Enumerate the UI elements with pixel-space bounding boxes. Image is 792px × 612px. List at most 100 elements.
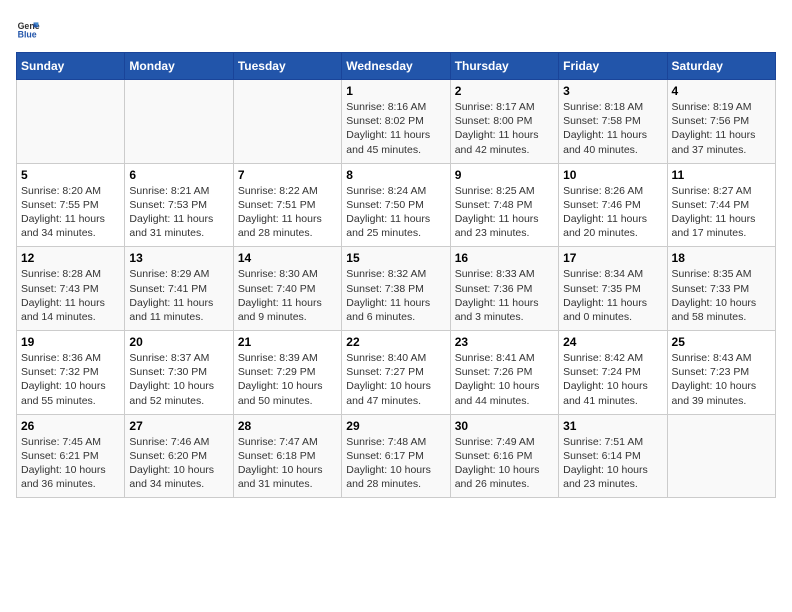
logo: General Blue bbox=[16, 16, 44, 40]
day-info: Sunrise: 8:16 AM Sunset: 8:02 PM Dayligh… bbox=[346, 100, 445, 157]
calendar-cell bbox=[17, 80, 125, 164]
day-header-monday: Monday bbox=[125, 53, 233, 80]
calendar-cell: 16 Sunrise: 8:33 AM Sunset: 7:36 PM Dayli… bbox=[450, 247, 558, 331]
day-number: 24 bbox=[563, 335, 662, 349]
calendar-cell: 11 Sunrise: 8:27 AM Sunset: 7:44 PM Dayli… bbox=[667, 163, 775, 247]
calendar-cell: 21 Sunrise: 8:39 AM Sunset: 7:29 PM Dayli… bbox=[233, 331, 341, 415]
day-number: 1 bbox=[346, 84, 445, 98]
day-number: 13 bbox=[129, 251, 228, 265]
day-info: Sunrise: 8:29 AM Sunset: 7:41 PM Dayligh… bbox=[129, 267, 228, 324]
calendar-cell bbox=[125, 80, 233, 164]
calendar-cell: 2 Sunrise: 8:17 AM Sunset: 8:00 PM Daylig… bbox=[450, 80, 558, 164]
day-header-saturday: Saturday bbox=[667, 53, 775, 80]
calendar-week-row: 5Sunrise: 8:20 AM Sunset: 7:55 PM Daylig… bbox=[17, 163, 776, 247]
calendar-cell: 30 Sunrise: 7:49 AM Sunset: 6:16 PM Dayli… bbox=[450, 414, 558, 498]
day-number: 7 bbox=[238, 168, 337, 182]
day-info: Sunrise: 8:21 AM Sunset: 7:53 PM Dayligh… bbox=[129, 184, 228, 241]
day-number: 4 bbox=[672, 84, 771, 98]
day-number: 21 bbox=[238, 335, 337, 349]
day-number: 25 bbox=[672, 335, 771, 349]
day-info: Sunrise: 8:39 AM Sunset: 7:29 PM Dayligh… bbox=[238, 351, 337, 408]
day-number: 18 bbox=[672, 251, 771, 265]
day-number: 12 bbox=[21, 251, 120, 265]
calendar-cell: 29 Sunrise: 7:48 AM Sunset: 6:17 PM Dayli… bbox=[342, 414, 450, 498]
day-info: Sunrise: 8:41 AM Sunset: 7:26 PM Dayligh… bbox=[455, 351, 554, 408]
logo-icon: General Blue bbox=[16, 16, 40, 40]
calendar-cell: 24Sunrise: 8:42 AM Sunset: 7:24 PM Dayli… bbox=[559, 331, 667, 415]
day-info: Sunrise: 7:51 AM Sunset: 6:14 PM Dayligh… bbox=[563, 435, 662, 492]
day-info: Sunrise: 8:34 AM Sunset: 7:35 PM Dayligh… bbox=[563, 267, 662, 324]
calendar-week-row: 1 Sunrise: 8:16 AM Sunset: 8:02 PM Daylig… bbox=[17, 80, 776, 164]
calendar-cell: 14 Sunrise: 8:30 AM Sunset: 7:40 PM Dayli… bbox=[233, 247, 341, 331]
day-number: 15 bbox=[346, 251, 445, 265]
calendar-cell: 8Sunrise: 8:24 AM Sunset: 7:50 PM Daylig… bbox=[342, 163, 450, 247]
day-info: Sunrise: 7:46 AM Sunset: 6:20 PM Dayligh… bbox=[129, 435, 228, 492]
day-info: Sunrise: 8:27 AM Sunset: 7:44 PM Dayligh… bbox=[672, 184, 771, 241]
calendar-cell: 5Sunrise: 8:20 AM Sunset: 7:55 PM Daylig… bbox=[17, 163, 125, 247]
day-info: Sunrise: 8:32 AM Sunset: 7:38 PM Dayligh… bbox=[346, 267, 445, 324]
day-number: 27 bbox=[129, 419, 228, 433]
calendar-cell: 10 Sunrise: 8:26 AM Sunset: 7:46 PM Dayli… bbox=[559, 163, 667, 247]
day-info: Sunrise: 8:37 AM Sunset: 7:30 PM Dayligh… bbox=[129, 351, 228, 408]
day-number: 22 bbox=[346, 335, 445, 349]
calendar-cell: 6 Sunrise: 8:21 AM Sunset: 7:53 PM Daylig… bbox=[125, 163, 233, 247]
day-info: Sunrise: 8:40 AM Sunset: 7:27 PM Dayligh… bbox=[346, 351, 445, 408]
day-header-friday: Friday bbox=[559, 53, 667, 80]
day-info: Sunrise: 8:22 AM Sunset: 7:51 PM Dayligh… bbox=[238, 184, 337, 241]
day-info: Sunrise: 7:48 AM Sunset: 6:17 PM Dayligh… bbox=[346, 435, 445, 492]
calendar-header-row: SundayMondayTuesdayWednesdayThursdayFrid… bbox=[17, 53, 776, 80]
day-number: 30 bbox=[455, 419, 554, 433]
day-info: Sunrise: 7:45 AM Sunset: 6:21 PM Dayligh… bbox=[21, 435, 120, 492]
calendar-cell: 18 Sunrise: 8:35 AM Sunset: 7:33 PM Dayli… bbox=[667, 247, 775, 331]
calendar-cell: 28Sunrise: 7:47 AM Sunset: 6:18 PM Dayli… bbox=[233, 414, 341, 498]
day-number: 2 bbox=[455, 84, 554, 98]
day-number: 3 bbox=[563, 84, 662, 98]
calendar-cell: 25 Sunrise: 8:43 AM Sunset: 7:23 PM Dayli… bbox=[667, 331, 775, 415]
calendar-cell: 22 Sunrise: 8:40 AM Sunset: 7:27 PM Dayli… bbox=[342, 331, 450, 415]
day-number: 29 bbox=[346, 419, 445, 433]
calendar-table: SundayMondayTuesdayWednesdayThursdayFrid… bbox=[16, 52, 776, 498]
day-info: Sunrise: 8:28 AM Sunset: 7:43 PM Dayligh… bbox=[21, 267, 120, 324]
day-info: Sunrise: 8:18 AM Sunset: 7:58 PM Dayligh… bbox=[563, 100, 662, 157]
day-number: 16 bbox=[455, 251, 554, 265]
day-info: Sunrise: 8:35 AM Sunset: 7:33 PM Dayligh… bbox=[672, 267, 771, 324]
svg-text:Blue: Blue bbox=[18, 30, 37, 40]
calendar-cell: 3 Sunrise: 8:18 AM Sunset: 7:58 PM Daylig… bbox=[559, 80, 667, 164]
day-number: 26 bbox=[21, 419, 120, 433]
day-number: 9 bbox=[455, 168, 554, 182]
day-info: Sunrise: 8:30 AM Sunset: 7:40 PM Dayligh… bbox=[238, 267, 337, 324]
day-header-tuesday: Tuesday bbox=[233, 53, 341, 80]
calendar-cell: 27 Sunrise: 7:46 AM Sunset: 6:20 PM Dayli… bbox=[125, 414, 233, 498]
calendar-cell: 13 Sunrise: 8:29 AM Sunset: 7:41 PM Dayli… bbox=[125, 247, 233, 331]
calendar-cell bbox=[233, 80, 341, 164]
calendar-cell: 23 Sunrise: 8:41 AM Sunset: 7:26 PM Dayli… bbox=[450, 331, 558, 415]
day-info: Sunrise: 8:17 AM Sunset: 8:00 PM Dayligh… bbox=[455, 100, 554, 157]
calendar-cell bbox=[667, 414, 775, 498]
day-number: 23 bbox=[455, 335, 554, 349]
day-number: 14 bbox=[238, 251, 337, 265]
page-header: General Blue bbox=[16, 16, 776, 40]
calendar-week-row: 26 Sunrise: 7:45 AM Sunset: 6:21 PM Dayli… bbox=[17, 414, 776, 498]
calendar-cell: 19 Sunrise: 8:36 AM Sunset: 7:32 PM Dayli… bbox=[17, 331, 125, 415]
day-info: Sunrise: 8:43 AM Sunset: 7:23 PM Dayligh… bbox=[672, 351, 771, 408]
calendar-cell: 1 Sunrise: 8:16 AM Sunset: 8:02 PM Daylig… bbox=[342, 80, 450, 164]
day-info: Sunrise: 8:36 AM Sunset: 7:32 PM Dayligh… bbox=[21, 351, 120, 408]
calendar-cell: 15 Sunrise: 8:32 AM Sunset: 7:38 PM Dayli… bbox=[342, 247, 450, 331]
day-info: Sunrise: 8:26 AM Sunset: 7:46 PM Dayligh… bbox=[563, 184, 662, 241]
day-info: Sunrise: 7:49 AM Sunset: 6:16 PM Dayligh… bbox=[455, 435, 554, 492]
day-number: 10 bbox=[563, 168, 662, 182]
day-number: 20 bbox=[129, 335, 228, 349]
calendar-cell: 12 Sunrise: 8:28 AM Sunset: 7:43 PM Dayli… bbox=[17, 247, 125, 331]
day-header-thursday: Thursday bbox=[450, 53, 558, 80]
calendar-cell: 9 Sunrise: 8:25 AM Sunset: 7:48 PM Daylig… bbox=[450, 163, 558, 247]
day-info: Sunrise: 8:33 AM Sunset: 7:36 PM Dayligh… bbox=[455, 267, 554, 324]
day-number: 6 bbox=[129, 168, 228, 182]
calendar-cell: 7 Sunrise: 8:22 AM Sunset: 7:51 PM Daylig… bbox=[233, 163, 341, 247]
day-info: Sunrise: 8:20 AM Sunset: 7:55 PM Dayligh… bbox=[21, 184, 120, 241]
calendar-cell: 17Sunrise: 8:34 AM Sunset: 7:35 PM Dayli… bbox=[559, 247, 667, 331]
day-number: 19 bbox=[21, 335, 120, 349]
calendar-cell: 31Sunrise: 7:51 AM Sunset: 6:14 PM Dayli… bbox=[559, 414, 667, 498]
calendar-week-row: 19 Sunrise: 8:36 AM Sunset: 7:32 PM Dayli… bbox=[17, 331, 776, 415]
day-number: 11 bbox=[672, 168, 771, 182]
day-info: Sunrise: 8:25 AM Sunset: 7:48 PM Dayligh… bbox=[455, 184, 554, 241]
